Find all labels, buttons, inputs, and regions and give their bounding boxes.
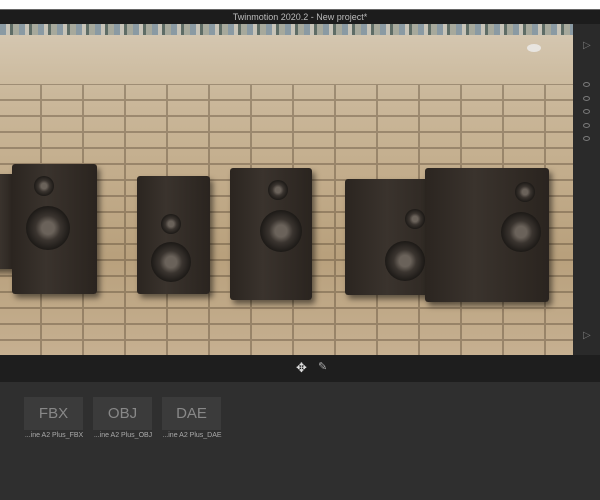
visibility-icon[interactable] bbox=[583, 123, 590, 128]
speaker-model[interactable] bbox=[230, 168, 312, 300]
visibility-icon[interactable] bbox=[583, 136, 590, 141]
visibility-icon[interactable] bbox=[583, 96, 590, 101]
view-eye-icon[interactable] bbox=[527, 44, 541, 52]
library-item-obj[interactable]: OBJ bbox=[93, 397, 152, 430]
library-item-label: ...ine A2 Plus_DAE bbox=[162, 432, 222, 439]
top-strip bbox=[0, 0, 600, 10]
eyedropper-icon[interactable]: ✎ bbox=[318, 360, 327, 373]
library-item-fbx[interactable]: FBX bbox=[24, 397, 83, 430]
library-item-label: ...ine A2 Plus_FBX bbox=[24, 432, 84, 439]
move-icon[interactable]: ✥ bbox=[296, 360, 307, 376]
speaker-model[interactable] bbox=[12, 164, 97, 294]
library-item-label: ...ine A2 Plus_OBJ bbox=[93, 432, 153, 439]
right-panel: ▷ ▷ bbox=[573, 24, 600, 355]
viewport-toolbar: ✥ ✎ bbox=[0, 355, 600, 382]
library-item-dae[interactable]: DAE bbox=[162, 397, 221, 430]
skyline-backdrop bbox=[0, 24, 573, 35]
visibility-icon[interactable] bbox=[583, 109, 590, 114]
speaker-model[interactable] bbox=[425, 168, 549, 302]
expand-bottom-icon[interactable]: ▷ bbox=[583, 330, 591, 341]
3d-viewport[interactable] bbox=[0, 24, 573, 355]
visibility-icon[interactable] bbox=[583, 82, 590, 87]
expand-top-icon[interactable]: ▷ bbox=[583, 40, 591, 51]
window-title: Twinmotion 2020.2 - New project* bbox=[0, 10, 600, 24]
speaker-model[interactable] bbox=[137, 176, 210, 294]
